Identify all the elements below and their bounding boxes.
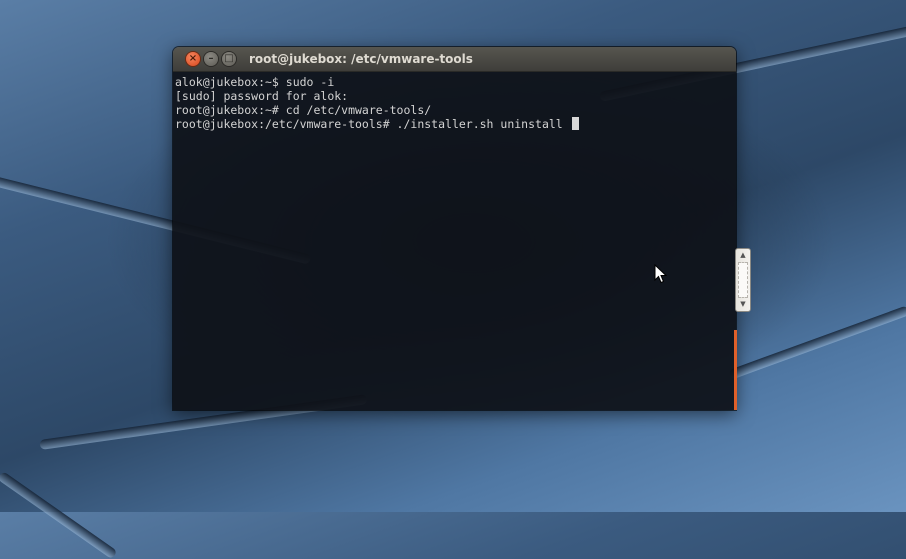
terminal-output[interactable]: alok@jukebox:~$ sudo -i [sudo] password …	[173, 72, 736, 410]
window-edge-accent	[734, 330, 737, 410]
terminal-line: root@jukebox:~# cd /etc/vmware-tools/	[175, 103, 432, 117]
background-seam	[728, 305, 906, 380]
terminal-prompt-line: root@jukebox:/etc/vmware-tools# ./instal…	[175, 117, 734, 131]
scroll-up-icon[interactable]: ▲	[736, 250, 750, 261]
text-cursor	[571, 117, 579, 130]
window-titlebar[interactable]: × – □ root@jukebox: /etc/vmware-tools	[173, 47, 736, 72]
background-seam	[0, 470, 118, 559]
maximize-icon: □	[224, 53, 234, 64]
minimize-icon: –	[208, 53, 214, 64]
mouse-pointer-icon	[654, 264, 668, 284]
minimize-button[interactable]: –	[204, 52, 218, 66]
close-icon: ×	[188, 53, 198, 64]
window-title: root@jukebox: /etc/vmware-tools	[249, 52, 473, 66]
terminal-window[interactable]: × – □ root@jukebox: /etc/vmware-tools al…	[173, 47, 736, 410]
terminal-line: [sudo] password for alok:	[175, 89, 349, 103]
terminal-line: alok@jukebox:~$ sudo -i	[175, 75, 335, 89]
scrollbar-thumb[interactable]	[738, 262, 748, 298]
close-button[interactable]: ×	[186, 52, 200, 66]
scroll-down-icon[interactable]: ▼	[736, 299, 750, 310]
terminal-line: root@jukebox:/etc/vmware-tools# ./instal…	[175, 117, 570, 131]
scrollbar[interactable]: ▲ ▼	[735, 248, 751, 312]
maximize-button[interactable]: □	[222, 52, 236, 66]
